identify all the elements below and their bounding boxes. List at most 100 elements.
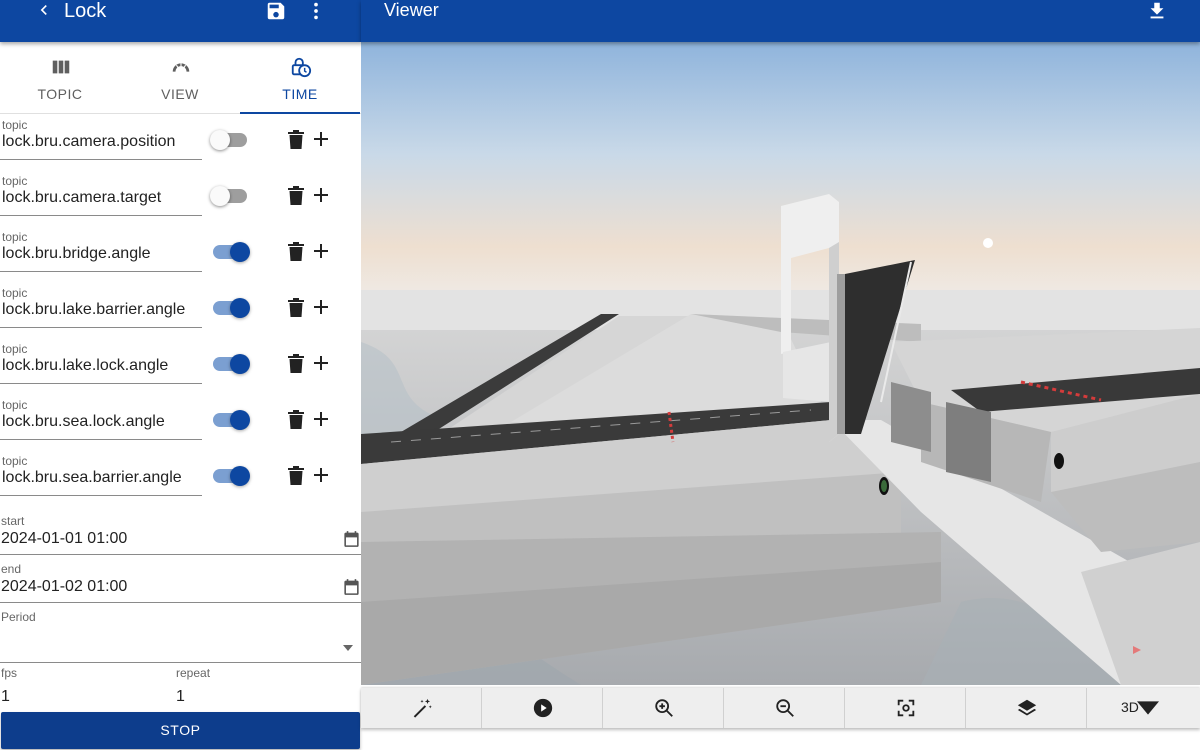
topic-row: topic lock.bru.camera.target — [0, 174, 361, 230]
topic-toggle[interactable] — [210, 184, 250, 208]
topic-toggle[interactable] — [210, 296, 250, 320]
trash-icon[interactable] — [287, 409, 305, 429]
plus-icon[interactable] — [311, 185, 331, 205]
tab-topic[interactable]: TOPIC — [0, 42, 120, 114]
zoom-out-icon — [776, 699, 794, 717]
period-label: Period — [1, 610, 36, 624]
end-label: end — [1, 562, 22, 576]
trash-icon[interactable] — [287, 353, 305, 373]
topic-underline — [0, 439, 202, 440]
topic-underline — [0, 271, 202, 272]
topic-label: topic — [2, 454, 28, 468]
mode-select[interactable]: 3D — [1087, 688, 1200, 728]
tab-bar: TOPIC VIEW TIME — [0, 42, 361, 114]
repeat-label: repeat — [176, 666, 211, 680]
view-arc-icon — [172, 63, 190, 72]
period-select[interactable]: Period — [0, 610, 361, 664]
topic-toggle[interactable] — [210, 464, 250, 488]
viewer-title: Viewer — [384, 0, 439, 20]
calendar-icon[interactable] — [342, 577, 361, 597]
auto-fix-button[interactable] — [361, 688, 482, 728]
topic-toggle[interactable] — [210, 128, 250, 152]
zoom-out-button[interactable] — [724, 688, 845, 728]
tab-view[interactable]: VIEW — [120, 42, 240, 114]
plus-icon[interactable] — [311, 465, 331, 485]
trash-icon[interactable] — [287, 241, 305, 261]
plus-icon[interactable] — [311, 409, 331, 429]
tab-time-label: TIME — [282, 86, 318, 102]
topic-input[interactable]: lock.bru.lake.lock.angle — [2, 357, 168, 375]
topic-toggle[interactable] — [210, 240, 250, 264]
repeat-input[interactable]: 1 — [176, 688, 185, 706]
lock-scene-image — [361, 42, 1200, 685]
download-icon[interactable] — [1146, 0, 1168, 22]
topic-input[interactable]: lock.bru.sea.barrier.angle — [2, 469, 182, 487]
viewer-app-bar: Viewer — [361, 0, 1200, 42]
layers-button[interactable] — [966, 688, 1087, 728]
tab-topic-label: TOPIC — [37, 86, 83, 102]
end-value[interactable]: 2024-01-02 01:00 — [1, 578, 127, 596]
topic-input[interactable]: lock.bru.camera.target — [2, 189, 161, 207]
chevron-left-icon[interactable] — [34, 0, 54, 20]
topic-underline — [0, 495, 202, 496]
left-panel: Lock TOPIC VIEW TIME topic lock.bru.camer… — [0, 0, 361, 750]
more-vert-icon[interactable] — [304, 0, 328, 22]
topic-label: topic — [2, 398, 28, 412]
plus-icon[interactable] — [311, 353, 331, 373]
topic-input[interactable]: lock.bru.sea.lock.angle — [2, 413, 165, 431]
play-button[interactable] — [482, 688, 603, 728]
trash-icon[interactable] — [287, 465, 305, 485]
end-field[interactable]: end 2024-01-02 01:00 — [0, 562, 361, 610]
trash-icon[interactable] — [287, 185, 305, 205]
topic-row: topic lock.bru.lake.barrier.angle — [0, 286, 361, 342]
layers-icon — [1017, 699, 1037, 716]
tab-time[interactable]: TIME — [240, 42, 360, 114]
stop-button[interactable]: STOP — [1, 712, 360, 749]
tab-view-label: VIEW — [161, 86, 199, 102]
topic-row: topic lock.bru.lake.lock.angle — [0, 342, 361, 398]
plus-icon[interactable] — [311, 241, 331, 261]
start-value[interactable]: 2024-01-01 01:00 — [1, 530, 127, 548]
topic-label: topic — [2, 230, 28, 244]
topic-input[interactable]: lock.bru.bridge.angle — [2, 245, 151, 263]
period-underline — [0, 662, 361, 663]
topic-row: topic lock.bru.bridge.angle — [0, 230, 361, 286]
fps-input[interactable]: 1 — [1, 688, 10, 706]
play-circle-icon — [533, 698, 553, 718]
topic-underline — [0, 383, 202, 384]
topic-label: topic — [2, 118, 28, 132]
center-focus-icon — [897, 699, 915, 717]
start-underline — [0, 554, 361, 555]
tab-indicator — [240, 112, 360, 114]
caret-down-icon[interactable] — [342, 644, 354, 652]
topic-input[interactable]: lock.bru.lake.barrier.angle — [2, 301, 185, 319]
page-title: Lock — [64, 0, 107, 22]
viewer-toolbar: 3D — [361, 688, 1200, 728]
topic-row: topic lock.bru.camera.position — [0, 118, 361, 174]
topic-label: topic — [2, 174, 28, 188]
trash-icon[interactable] — [287, 297, 305, 317]
3d-viewport[interactable] — [361, 42, 1200, 685]
trash-icon[interactable] — [287, 129, 305, 149]
auto-fix-icon — [413, 698, 432, 718]
columns-icon — [52, 60, 70, 74]
zoom-in-icon — [655, 699, 673, 717]
topic-row: topic lock.bru.sea.lock.angle — [0, 398, 361, 454]
topic-underline — [0, 327, 202, 328]
center-focus-button[interactable] — [845, 688, 966, 728]
plus-icon[interactable] — [311, 297, 331, 317]
topic-toggle[interactable] — [210, 408, 250, 432]
end-underline — [0, 602, 361, 603]
start-field[interactable]: start 2024-01-01 01:00 — [0, 514, 361, 562]
topic-underline — [0, 215, 202, 216]
save-icon[interactable] — [264, 0, 288, 22]
calendar-icon[interactable] — [342, 529, 361, 549]
topic-label: topic — [2, 286, 28, 300]
topic-input[interactable]: lock.bru.camera.position — [2, 133, 175, 151]
zoom-in-button[interactable] — [603, 688, 724, 728]
caret-down-icon — [1137, 701, 1159, 715]
topic-toggle[interactable] — [210, 352, 250, 376]
time-lock-icon — [291, 57, 312, 78]
plus-icon[interactable] — [311, 129, 331, 149]
left-app-bar: Lock — [0, 0, 361, 42]
